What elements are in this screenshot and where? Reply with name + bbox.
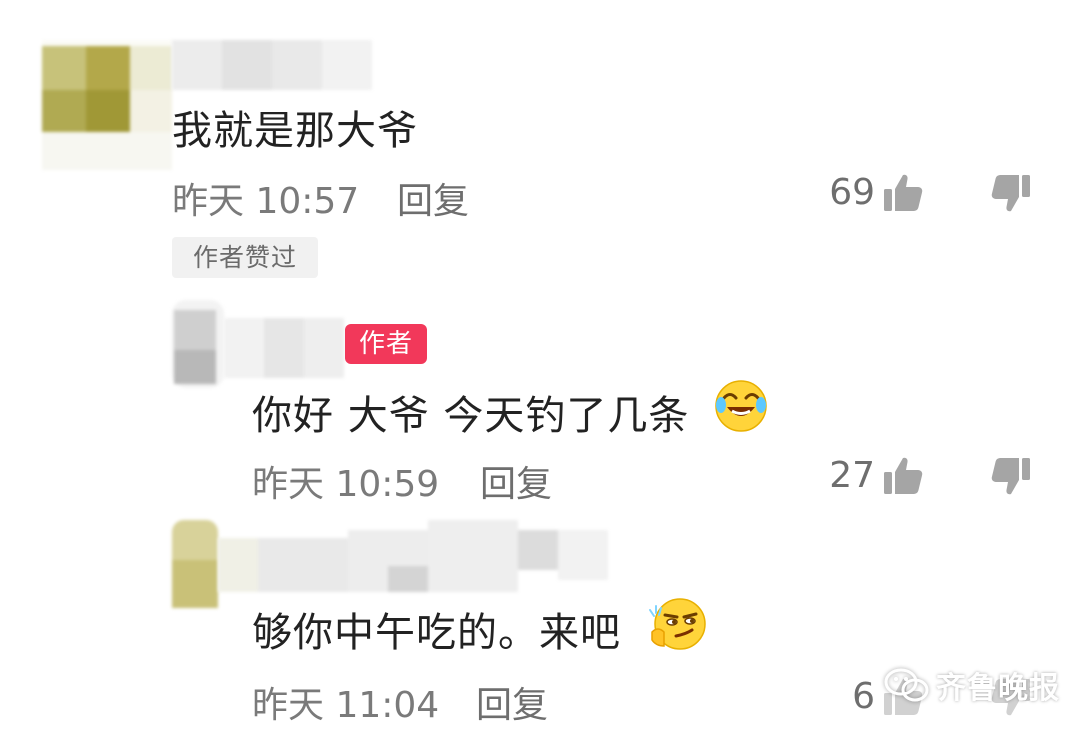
author-liked-tag: 作者赞过 (172, 237, 318, 278)
avatar[interactable] (172, 300, 224, 388)
wechat-icon (884, 668, 929, 702)
like-count: 27 (829, 455, 875, 496)
thumbs-up-icon[interactable] (882, 172, 924, 214)
username[interactable] (172, 40, 372, 90)
comment-time: 昨天 10:59 (252, 464, 440, 505)
comment-text: 你好 大爷 今天钓了几条 (252, 393, 690, 439)
username[interactable] (224, 318, 344, 378)
comment-time: 昨天 11:04 (252, 685, 440, 726)
like-count: 69 (829, 172, 875, 213)
crying-laughing-emoji (715, 380, 767, 432)
avatar[interactable] (42, 40, 172, 170)
reply-button[interactable]: 回复 (397, 172, 469, 224)
thumbs-down-icon[interactable] (990, 455, 1032, 497)
username[interactable] (218, 520, 608, 592)
avatar[interactable] (172, 520, 218, 608)
smirk-emoji (649, 598, 706, 650)
comment-text: 我就是那大爷 (172, 108, 418, 154)
author-badge: 作者 (345, 324, 427, 364)
watermark-text: 齐鲁晚报 (936, 671, 1060, 706)
reply-button[interactable]: 回复 (480, 455, 552, 507)
comment-time: 昨天 10:57 (172, 181, 360, 222)
thumbs-up-icon[interactable] (882, 455, 924, 497)
reply-button[interactable]: 回复 (476, 676, 548, 728)
watermark: 齐鲁晚报 (884, 663, 1060, 707)
thumbs-down-icon[interactable] (990, 172, 1032, 214)
comment-text: 够你中午吃的。来吧 (252, 610, 621, 656)
like-count: 6 (852, 676, 875, 717)
